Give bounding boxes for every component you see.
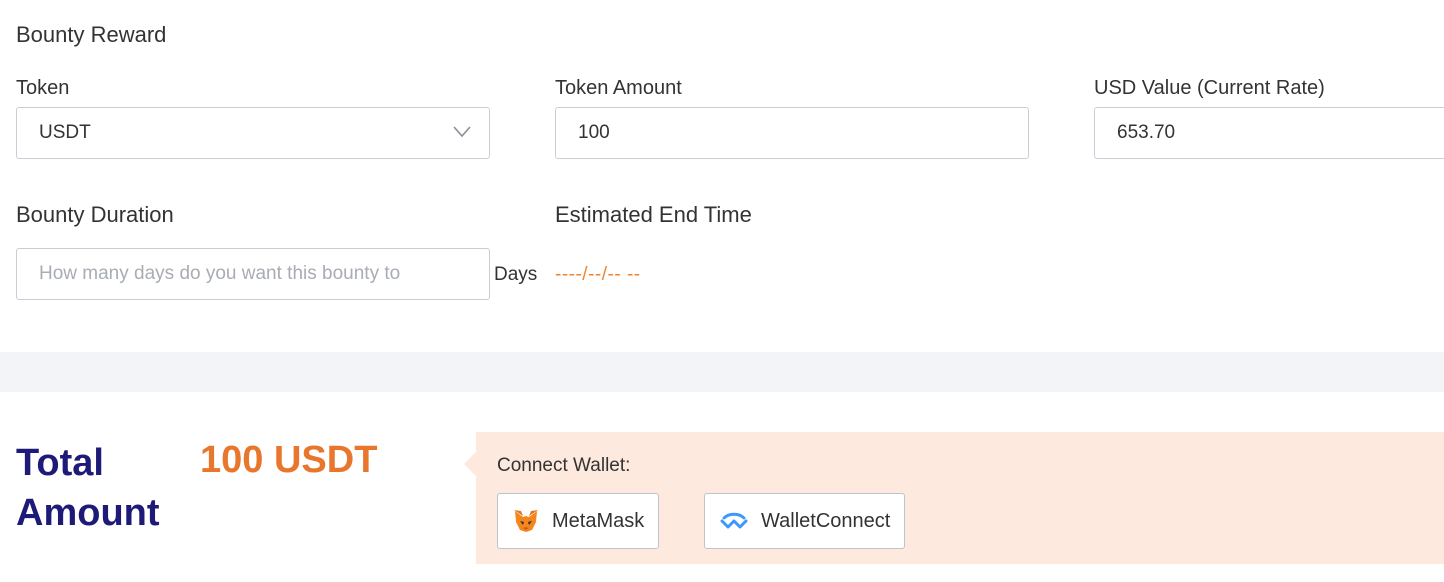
token-select[interactable]: USDT xyxy=(16,107,490,159)
chevron-down-icon xyxy=(453,126,471,138)
connect-wallet-title: Connect Wallet: xyxy=(497,455,631,476)
bounty-duration-placeholder: How many days do you want this bounty to xyxy=(39,263,401,284)
wallet-panel-notch xyxy=(464,452,476,476)
section-divider xyxy=(0,352,1444,392)
walletconnect-label: WalletConnect xyxy=(761,509,891,532)
bounty-reward-title: Bounty Reward xyxy=(16,22,167,47)
days-suffix: Days xyxy=(494,264,538,285)
estimated-end-time-value: ----/--/-- -- xyxy=(555,264,641,285)
token-label: Token xyxy=(16,77,70,99)
connect-wallet-panel: Connect Wallet: MetaMask WalletConnect xyxy=(476,432,1444,564)
token-amount-value: 100 xyxy=(578,122,610,143)
token-amount-input[interactable]: 100 xyxy=(555,107,1029,159)
walletconnect-icon xyxy=(720,512,748,529)
total-amount-label: Total Amount xyxy=(16,442,160,534)
estimated-end-time-label: Estimated End Time xyxy=(555,202,752,227)
walletconnect-button[interactable]: WalletConnect xyxy=(704,493,906,549)
usd-value-label: USD Value (Current Rate) xyxy=(1094,77,1325,99)
token-amount-label: Token Amount xyxy=(555,77,682,99)
usd-value-input[interactable]: 653.70 xyxy=(1094,107,1444,159)
bounty-duration-label: Bounty Duration xyxy=(16,202,174,227)
total-amount-value: 100 USDT xyxy=(200,439,378,481)
metamask-button[interactable]: MetaMask xyxy=(497,493,660,549)
bounty-duration-input[interactable]: How many days do you want this bounty to xyxy=(16,248,490,300)
metamask-fox-icon xyxy=(514,510,538,532)
token-select-value: USDT xyxy=(39,122,91,143)
metamask-label: MetaMask xyxy=(552,509,645,532)
usd-value-text: 653.70 xyxy=(1117,122,1176,143)
